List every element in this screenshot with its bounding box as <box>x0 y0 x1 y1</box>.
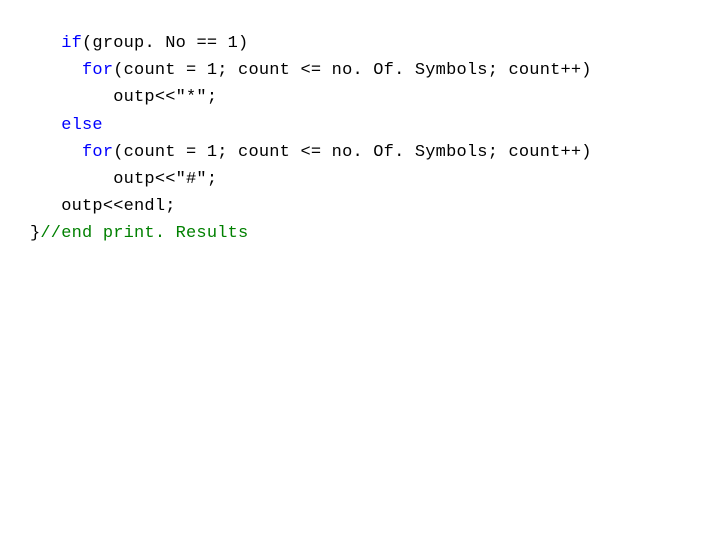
line-5: for(count = 1; count <= no. Of. Symbols;… <box>30 143 592 162</box>
code-text: outp<<"*"; <box>113 88 217 107</box>
code-text: (count = 1; count <= no. Of. Symbols; co… <box>113 143 591 162</box>
code-snippet: if(group. No == 1) for(count = 1; count … <box>0 0 720 248</box>
indent <box>30 34 61 53</box>
keyword-if: if <box>61 34 82 53</box>
line-2: for(count = 1; count <= no. Of. Symbols;… <box>30 61 592 80</box>
line-7: outp<<endl; <box>30 197 176 216</box>
keyword-for: for <box>82 143 113 162</box>
indent <box>30 61 82 80</box>
indent <box>30 170 113 189</box>
code-text: (count = 1; count <= no. Of. Symbols; co… <box>113 61 591 80</box>
code-text: (group. No == 1) <box>82 34 248 53</box>
code-text: outp<<endl; <box>61 197 175 216</box>
line-6: outp<<"#"; <box>30 170 217 189</box>
line-4: else <box>30 116 103 135</box>
comment: //end print. Results <box>40 224 248 243</box>
line-1: if(group. No == 1) <box>30 34 248 53</box>
code-text: outp<<"#"; <box>113 170 217 189</box>
keyword-else: else <box>61 116 103 135</box>
keyword-for: for <box>82 61 113 80</box>
line-3: outp<<"*"; <box>30 88 217 107</box>
indent <box>30 116 61 135</box>
indent <box>30 88 113 107</box>
brace: } <box>30 224 40 243</box>
indent <box>30 197 61 216</box>
indent <box>30 143 82 162</box>
line-8: }//end print. Results <box>30 224 248 243</box>
